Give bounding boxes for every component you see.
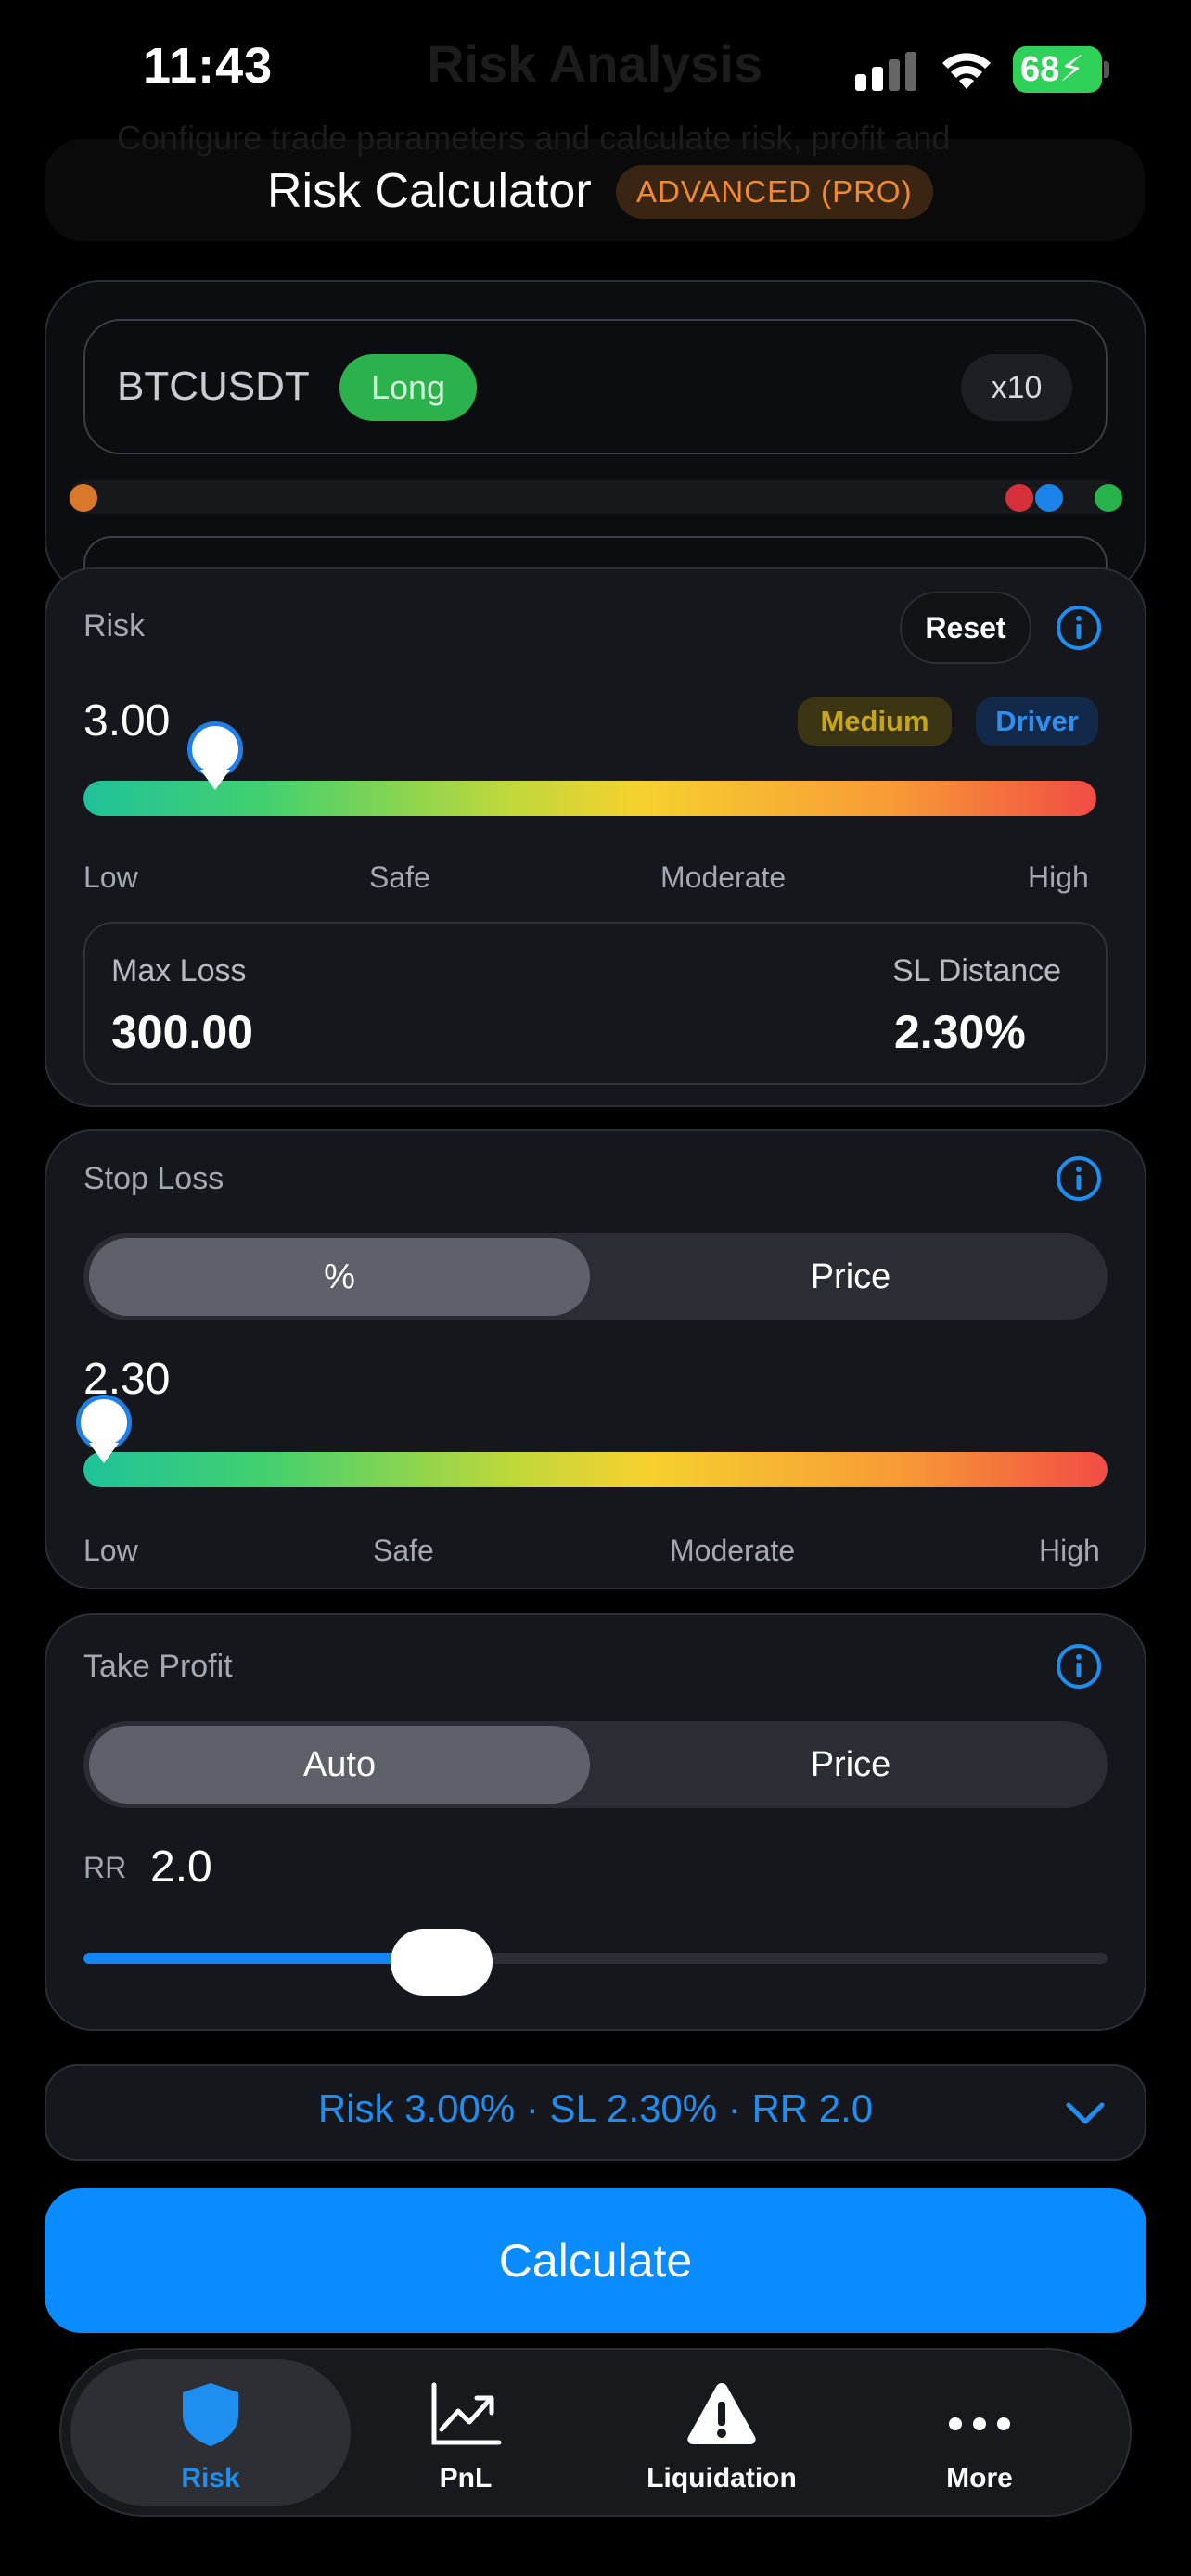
status-time: 11:43 [143, 38, 274, 94]
tab-pnl[interactable]: PnL [367, 2359, 564, 2506]
entry-marker [70, 484, 97, 512]
tab-liquidation-label: Liquidation [647, 2463, 797, 2493]
leverage-badge[interactable]: x10 [961, 354, 1072, 421]
sl-mode-price[interactable]: Price [599, 1238, 1102, 1316]
sl-scale-high: High [1039, 1534, 1100, 1567]
rr-slider-thumb[interactable] [391, 1929, 493, 1996]
shield-icon [183, 2383, 238, 2446]
tab-risk-label: Risk [181, 2463, 240, 2493]
risk-scale-low: Low [83, 861, 138, 894]
rr-label: RR [83, 1851, 127, 1884]
sl-mode-percent[interactable]: % [89, 1238, 590, 1316]
info-icon[interactable] [1056, 605, 1102, 651]
driver-badge: Driver [976, 697, 1098, 746]
stop-loss-slider-track[interactable] [83, 1452, 1108, 1487]
liquidation-marker [1035, 484, 1063, 512]
risk-value: 3.00 [83, 696, 171, 746]
battery-tip [1104, 61, 1109, 78]
stop-loss-slider-thumb[interactable] [76, 1395, 132, 1463]
rr-value: 2.0 [150, 1843, 212, 1892]
calculate-button[interactable]: Calculate [45, 2188, 1146, 2333]
chart-up-icon [431, 2382, 502, 2445]
max-loss-label: Max Loss [111, 953, 247, 988]
info-icon[interactable] [1056, 1643, 1102, 1690]
risk-slider-thumb[interactable] [187, 721, 243, 790]
take-profit-marker [1095, 484, 1122, 512]
sl-scale-moderate: Moderate [670, 1534, 796, 1567]
stop-loss-card [45, 1129, 1146, 1589]
risk-scale-safe: Safe [369, 861, 430, 894]
battery-icon: 68⚡ [1013, 46, 1102, 93]
background-title: Risk Analysis [427, 34, 763, 93]
stop-loss-label: Stop Loss [83, 1161, 224, 1196]
tab-risk[interactable]: Risk [70, 2359, 351, 2506]
symbol-label: BTCUSDT [117, 363, 310, 409]
info-icon[interactable] [1056, 1155, 1102, 1202]
sl-distance-label: SL Distance [892, 953, 1062, 988]
warning-icon [687, 2383, 756, 2444]
risk-scale-high: High [1028, 861, 1089, 894]
sl-scale-low: Low [83, 1534, 138, 1567]
pro-badge: ADVANCED (PRO) [616, 165, 933, 219]
reset-button[interactable]: Reset [900, 592, 1031, 664]
summary-text: Risk 3.00% · SL 2.30% · RR 2.0 [317, 2086, 874, 2130]
side-badge[interactable]: Long [339, 354, 477, 421]
sl-distance-value: 2.30% [894, 1006, 1026, 1058]
tab-more[interactable]: More [881, 2359, 1078, 2506]
chevron-down-icon[interactable] [1063, 2094, 1108, 2131]
cellular-signal-icon [855, 52, 916, 91]
max-loss-value: 300.00 [111, 1006, 253, 1058]
take-profit-label: Take Profit [83, 1649, 233, 1684]
background-subtitle: Configure trade parameters and calculate… [117, 119, 951, 157]
more-icon [949, 2417, 1010, 2430]
tab-more-label: More [946, 2463, 1013, 2493]
page-title: Risk Calculator [267, 164, 592, 218]
stop-loss-marker [1005, 484, 1033, 512]
risk-scale-moderate: Moderate [660, 861, 787, 894]
tp-mode-auto[interactable]: Auto [89, 1726, 590, 1804]
tab-liquidation[interactable]: Liquidation [603, 2359, 840, 2506]
tab-pnl-label: PnL [439, 2463, 493, 2493]
tp-mode-price[interactable]: Price [599, 1726, 1102, 1804]
sl-scale-safe: Safe [373, 1534, 434, 1567]
risk-level-badge: Medium [798, 697, 952, 746]
wifi-icon [942, 53, 991, 89]
rr-slider-fill [83, 1953, 442, 1964]
position-indicator-strip [69, 480, 1121, 514]
risk-stats-box [83, 922, 1108, 1085]
risk-label: Risk [83, 608, 146, 644]
